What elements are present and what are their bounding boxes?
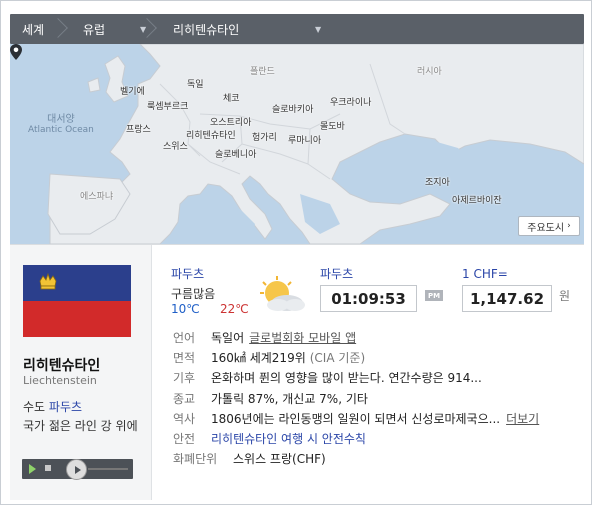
travel-widget: 세계 유럽 ▼ 리히텐슈타인 ▼ 대서양 Atlantic Ocean 벨기에 …	[0, 0, 592, 505]
breadcrumb-region[interactable]: 유럽 ▼	[70, 14, 159, 44]
map-label-slovakia[interactable]: 슬로바키아	[272, 102, 313, 115]
exchange-unit: 원	[559, 289, 571, 303]
breadcrumb-country-label: 리히텐슈타인	[173, 22, 240, 37]
chevron-down-icon[interactable]: ▼	[315, 25, 321, 34]
major-cities-button[interactable]: 주요도시 ›	[518, 216, 580, 236]
info-value: 스위스 프랑(CHF)	[233, 452, 326, 467]
map-sea-atlantic: 대서양 Atlantic Ocean	[28, 114, 94, 136]
map-label-czech[interactable]: 체코	[223, 91, 240, 104]
ampm-badge: PM	[425, 290, 443, 301]
map-label-russia[interactable]: 러시아	[417, 64, 442, 77]
info-row-religion: 종교 가톨릭 87%, 개신교 7%, 기타	[173, 388, 573, 408]
weather-description: 구름많음	[171, 287, 216, 301]
country-name-en: Liechtenstein	[23, 374, 97, 387]
seek-track[interactable]	[88, 468, 128, 470]
sea-label-ko: 대서양	[47, 114, 75, 125]
map-label-belgium[interactable]: 벨기에	[120, 84, 145, 97]
map-label-luxembourg[interactable]: 룩셈부르크	[147, 99, 188, 112]
info-key: 종교	[173, 391, 196, 406]
info-value: 독일어	[211, 330, 245, 345]
exchange-label: 1 CHF=	[462, 267, 508, 281]
breadcrumb-country[interactable]: 리히텐슈타인 ▼	[159, 14, 332, 44]
capital-label: 수도	[23, 400, 46, 414]
map-label-france[interactable]: 프랑스	[126, 122, 151, 135]
info-key: 언어	[173, 330, 196, 345]
breadcrumb-world[interactable]: 세계	[10, 14, 70, 44]
weather-city[interactable]: 파두츠	[171, 265, 204, 282]
stop-icon[interactable]	[45, 465, 51, 471]
breadcrumb-region-label: 유럽	[83, 22, 106, 37]
major-cities-label: 주요도시	[527, 222, 565, 234]
info-row-safety: 안전 리히텐슈타인 여행 시 안전수칙	[173, 428, 573, 448]
map-label-romania[interactable]: 루마니아	[288, 133, 321, 146]
anthem-player	[22, 459, 133, 480]
country-summary: 리히텐슈타인 Liechtenstein 수도 파두츠 국가 젊은 라인 강 위…	[10, 245, 152, 500]
map-label-austria[interactable]: 오스트리아	[210, 115, 251, 128]
map-label-poland[interactable]: 폴란드	[250, 64, 275, 77]
map-label-spain[interactable]: 에스파냐	[80, 189, 113, 202]
info-value: 온화하며 퓐의 영향을 많이 받는다. 연간수량은 914...	[211, 371, 482, 386]
country-info-panel: 리히텐슈타인 Liechtenstein 수도 파두츠 국가 젊은 라인 강 위…	[10, 244, 584, 500]
map-label-liechtenstein[interactable]: 리히텐슈타인	[186, 128, 236, 141]
map-label-slovenia[interactable]: 슬로베니아	[215, 147, 256, 160]
info-key: 면적	[173, 350, 196, 365]
capital-link[interactable]: 파두츠	[49, 400, 82, 414]
info-value: 1806년에는 라인동맹의 일원이 되면서 신성로마제국으...	[211, 411, 501, 426]
breadcrumb-world-label: 세계	[22, 22, 45, 37]
exchange-rate: 1,147.62	[462, 285, 552, 312]
temp-high: 22℃	[220, 302, 249, 316]
local-time: 01:09:53	[320, 285, 417, 312]
info-note: (CIA 기준)	[309, 350, 366, 365]
europe-map[interactable]: 대서양 Atlantic Ocean 벨기에 독일 폴란드 러시아 룩셈부르크 …	[10, 44, 584, 244]
map-label-moldova[interactable]: 몰도바	[320, 119, 345, 132]
map-label-hungary[interactable]: 헝가리	[252, 130, 277, 143]
info-row-history: 역사 1806년에는 라인동맹의 일원이 되면서 신성로마제국으... 더보기	[173, 408, 573, 428]
chevron-right-icon: ›	[567, 221, 571, 231]
capital-row: 수도 파두츠	[23, 398, 82, 415]
temp-low: 10℃	[171, 302, 200, 316]
anthem-text: 국가 젊은 라인 강 위에	[23, 419, 138, 433]
safety-link[interactable]: 리히텐슈타인 여행 시 안전수칙	[211, 430, 366, 447]
location-pin-icon[interactable]	[10, 44, 22, 60]
info-key: 화폐단위	[173, 452, 218, 467]
info-key: 역사	[173, 411, 196, 426]
play-icon[interactable]	[29, 464, 36, 474]
phrasebook-app-link[interactable]: 글로벌회화 모바일 앱	[249, 329, 356, 346]
map-label-switzerland[interactable]: 스위스	[163, 139, 188, 152]
clock-city[interactable]: 파두츠	[320, 265, 353, 282]
info-key: 안전	[173, 432, 196, 447]
map-label-georgia[interactable]: 조지아	[425, 175, 450, 188]
country-name-ko: 리히텐슈타인	[23, 358, 101, 374]
seek-knob[interactable]	[66, 459, 87, 480]
country-flag	[23, 265, 131, 337]
more-link[interactable]: 더보기	[506, 410, 539, 427]
info-row-language: 언어 독일어 글로벌회화 모바일 앱	[173, 327, 573, 347]
map-label-germany[interactable]: 독일	[187, 77, 204, 90]
info-value: 가톨릭 87%, 개신교 7%, 기타	[211, 391, 368, 406]
flag-red-stripe	[23, 301, 131, 337]
partly-cloudy-icon	[260, 276, 305, 311]
map-label-azerbaijan[interactable]: 아제르바이잔	[452, 193, 502, 206]
sea-label-en: Atlantic Ocean	[28, 125, 94, 135]
breadcrumb: 세계 유럽 ▼ 리히텐슈타인 ▼	[10, 14, 584, 44]
crown-icon	[39, 273, 57, 290]
info-key: 기후	[173, 371, 196, 386]
info-row-area: 면적 160㎢ 세계219위 (CIA 기준)	[173, 347, 573, 367]
info-row-currency: 화폐단위 스위스 프랑(CHF)	[173, 449, 573, 469]
info-row-climate: 기후 온화하며 퓐의 영향을 많이 받는다. 연간수량은 914...	[173, 368, 573, 388]
map-label-ukraine[interactable]: 우크라이나	[330, 95, 371, 108]
info-value: 160㎢ 세계219위	[211, 350, 306, 365]
info-list: 언어 독일어 글로벌회화 모바일 앱 면적 160㎢ 세계219위 (CIA 기…	[173, 327, 573, 469]
